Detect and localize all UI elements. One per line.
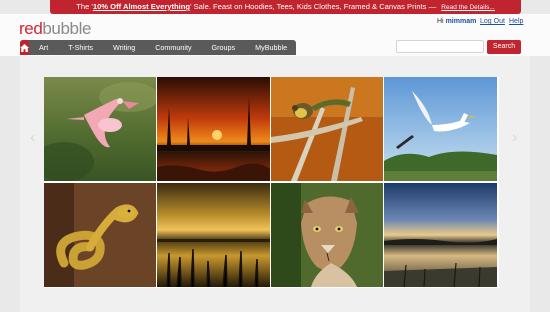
redbubble-logo[interactable]: redbubble (19, 19, 91, 39)
user-greeting: Hi mimmam (437, 18, 476, 25)
logo-part-bubble: bubble (42, 19, 92, 38)
carousel-next-icon[interactable]: › (512, 130, 521, 146)
greeting-text: Hi (437, 18, 444, 25)
main-nav: Art T-Shirts Writing Community Groups My… (20, 40, 296, 55)
promo-suffix: ' Sale. Feast on Hoodies, Tees, Kids Clo… (190, 2, 437, 11)
logout-link[interactable]: Log Out (480, 18, 505, 25)
nav-item-tshirts[interactable]: T-Shirts (58, 43, 103, 52)
gallery-tile-dusk-wetland[interactable] (384, 183, 497, 287)
gallery-tile-egret[interactable] (384, 77, 497, 181)
carousel-prev-icon[interactable]: ‹ (30, 130, 39, 146)
username-link[interactable]: mimmam (446, 18, 477, 25)
nav-item-mybubble[interactable]: MyBubble (245, 43, 297, 52)
nav-item-community[interactable]: Community (145, 43, 201, 52)
promo-banner[interactable]: The '10% Off Almost Everything' Sale. Fe… (50, 0, 521, 14)
nav-item-art[interactable]: Art (29, 43, 58, 52)
logo-part-red: red (19, 19, 43, 38)
gallery-tile-snake[interactable] (44, 183, 156, 287)
home-icon (20, 43, 29, 52)
search-button[interactable]: Search (487, 40, 521, 54)
gallery-tile-orange-sunset[interactable] (157, 77, 270, 181)
gallery-tile-spoonbill[interactable] (44, 77, 156, 181)
gallery-tile-warbler[interactable] (271, 77, 383, 181)
promo-prefix: The ' (76, 2, 93, 11)
promo-highlight[interactable]: 10% Off Almost Everything (93, 2, 190, 11)
nav-item-groups[interactable]: Groups (202, 43, 246, 52)
featured-gallery (44, 77, 499, 288)
gallery-tile-panther[interactable] (271, 183, 383, 287)
read-details-link[interactable]: Read the Details... (441, 4, 494, 11)
nav-item-writing[interactable]: Writing (103, 43, 145, 52)
nav-home-button[interactable] (20, 40, 29, 55)
help-link[interactable]: Help (509, 18, 523, 25)
search-input[interactable] (396, 40, 484, 53)
gallery-tile-golden-reeds[interactable] (157, 183, 270, 287)
